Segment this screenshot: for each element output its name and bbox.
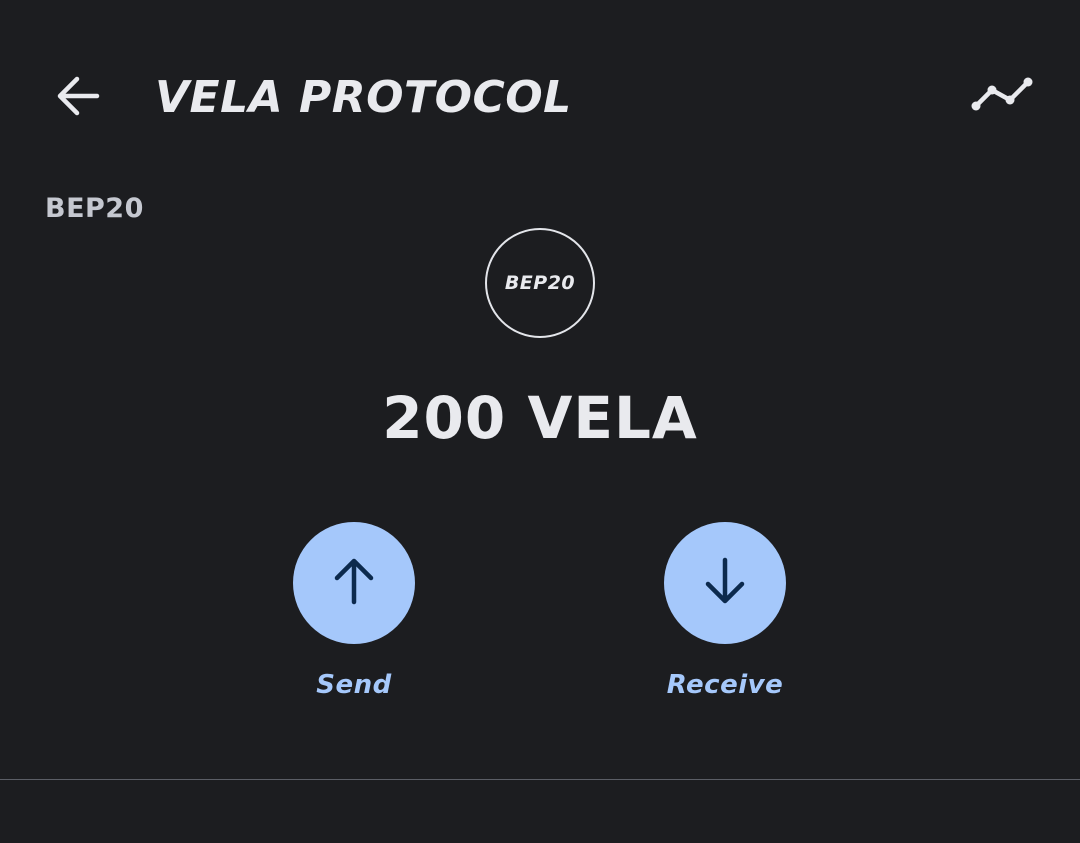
arrow-left-icon [53, 73, 103, 123]
network-label: BEP20 [45, 193, 144, 224]
token-icon-label: BEP20 [504, 272, 576, 294]
receive-label: Receive [666, 670, 784, 700]
divider [0, 779, 1080, 780]
token-balance: 200 VELA [382, 384, 698, 452]
token-icon: BEP20 [485, 228, 595, 338]
send-label: Send [316, 670, 392, 700]
receive-button-circle[interactable] [664, 522, 786, 644]
page-title: VELA PROTOCOL [155, 72, 572, 123]
receive-button[interactable]: Receive [625, 522, 825, 700]
send-button-circle[interactable] [293, 522, 415, 644]
back-button[interactable] [40, 60, 116, 136]
send-button[interactable]: Send [254, 522, 454, 700]
price-chart-button[interactable] [964, 60, 1040, 136]
arrow-down-icon [702, 556, 748, 610]
arrow-up-icon [331, 556, 377, 610]
line-chart-icon [970, 76, 1034, 120]
